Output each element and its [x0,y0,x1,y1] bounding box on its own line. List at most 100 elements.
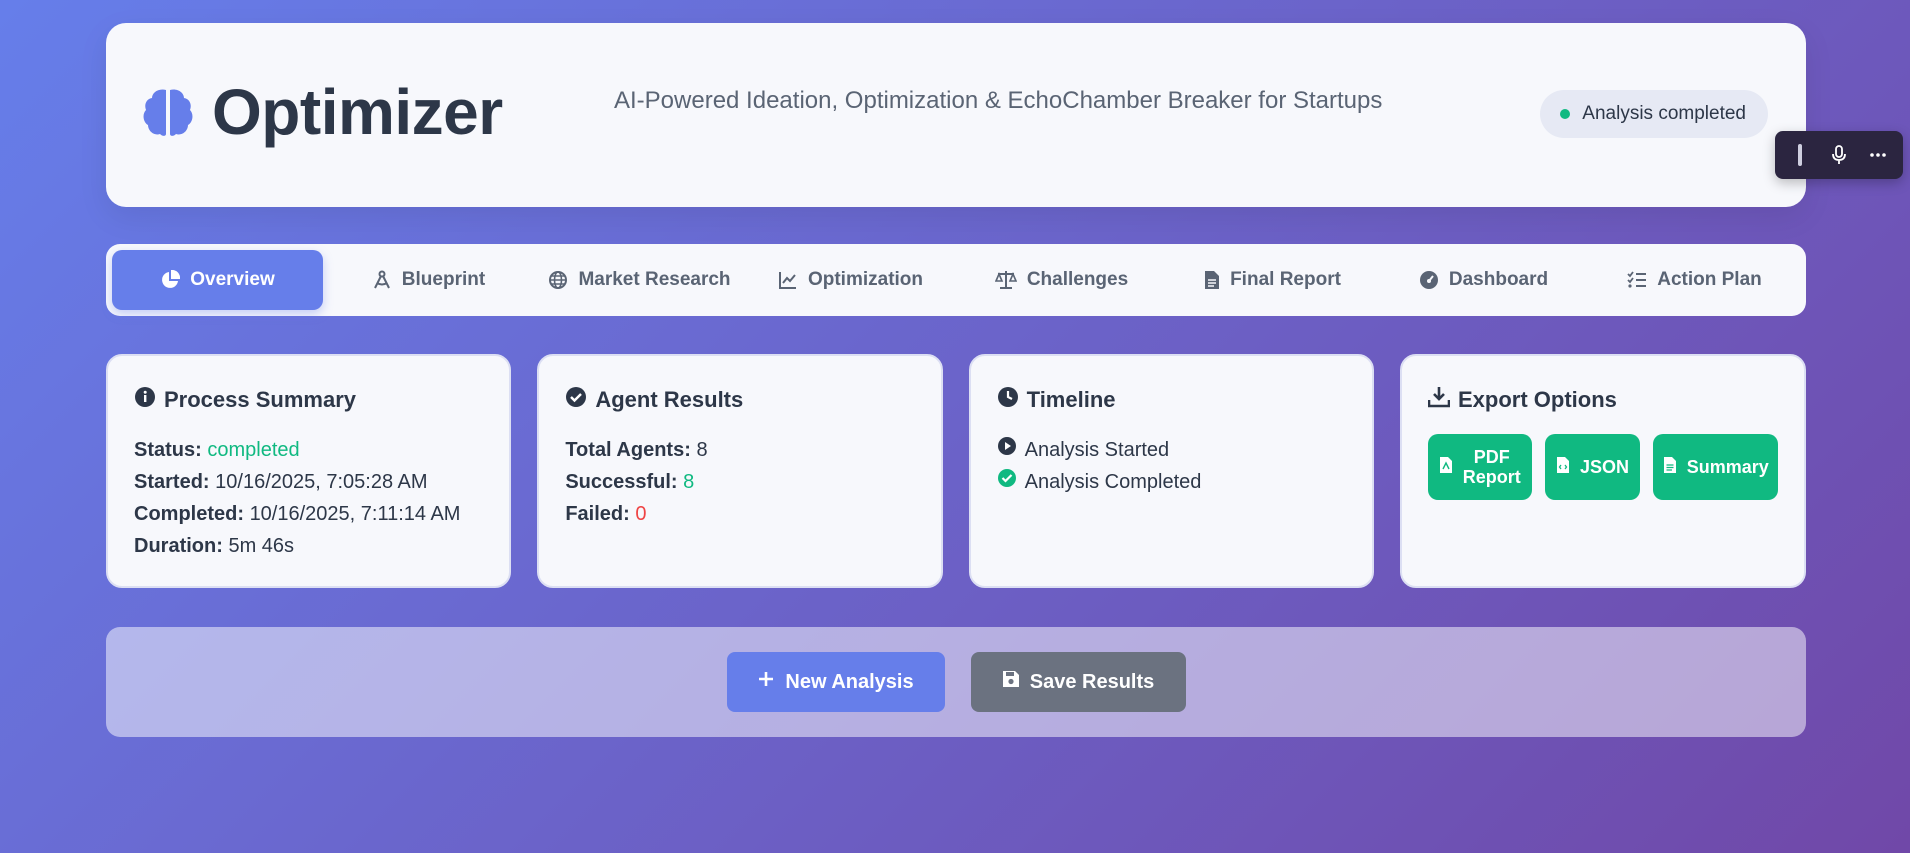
timeline-card: Timeline Analysis Started Analysis Compl… [968,354,1374,588]
duration-row: Duration: 5m 46s [134,530,483,562]
export-options-card: Export Options PDF Report JSON Summary [1399,354,1806,588]
successful-row: Successful: 8 [565,466,914,498]
save-icon [1002,670,1020,694]
export-json-button[interactable]: JSON [1544,434,1641,500]
card-heading: Process Summary [134,386,483,414]
tab-label: Overview [190,269,275,290]
row-label: Total Agents: [565,439,691,461]
timeline-item: Analysis Started [997,434,1346,466]
save-results-label: Save Results [1029,670,1155,693]
row-label: Completed: [134,503,244,525]
pdf-label-line1: PDF [1473,447,1510,467]
compass-drafting-icon [372,270,392,290]
status-dot-icon [1560,109,1571,119]
new-analysis-label: New Analysis [785,670,914,693]
started-value: 10/16/2025, 7:05:28 AM [215,471,428,493]
failed-row: Failed: 0 [565,498,914,530]
tab-label: Optimization [807,269,924,290]
tab-label: Dashboard [1448,269,1549,290]
clock-icon [997,386,1019,414]
tab-challenges[interactable]: Challenges [956,250,1167,310]
tab-optimization[interactable]: Optimization [745,250,956,310]
export-pdf-button[interactable]: PDF Report [1427,434,1532,500]
row-label: Status: [134,439,202,461]
brain-icon [142,86,194,138]
timeline-item-label: Analysis Completed [1024,471,1202,493]
app-title: Optimizer [212,76,503,148]
check-circle-icon [997,466,1017,498]
plus-icon [757,670,775,694]
microphone-icon[interactable] [1823,139,1855,171]
status-value: completed [207,439,300,461]
file-pdf-icon [1439,456,1453,478]
chart-line-icon [778,270,798,290]
floating-toolbar [1775,131,1903,179]
row-label: Started: [134,471,210,493]
tab-market-research[interactable]: Market Research [534,250,745,310]
export-buttons: PDF Report JSON Summary [1427,434,1778,500]
timeline-item: Analysis Completed [997,466,1346,498]
card-title: Process Summary [164,387,356,412]
completed-value: 10/16/2025, 7:11:14 AM [249,503,461,525]
tab-bar: Overview Blueprint Market Research Optim… [106,244,1806,316]
tab-overview[interactable]: Overview [112,250,323,310]
tab-label: Market Research [578,269,731,290]
card-title: Agent Results [595,387,744,412]
json-button-label: JSON [1580,457,1630,477]
process-summary-card: Process Summary Status: completed Starte… [106,354,512,588]
tab-action-plan[interactable]: Action Plan [1589,250,1800,310]
chart-pie-icon [160,270,181,290]
tab-label: Blueprint [401,269,486,290]
tab-final-report[interactable]: Final Report [1167,250,1378,310]
tagline: AI-Powered Ideation, Optimization & Echo… [614,87,1383,114]
card-title: Timeline [1026,387,1116,412]
download-icon [1427,386,1451,414]
tab-blueprint[interactable]: Blueprint [323,250,534,310]
tab-label: Final Report [1230,269,1341,290]
drag-handle-icon[interactable] [1784,139,1816,171]
action-bar: New Analysis Save Results [106,627,1806,737]
brand: Optimizer [142,75,503,149]
pdf-button-label: PDF Report [1463,447,1521,487]
status-row: Status: completed [134,434,483,466]
new-analysis-button[interactable]: New Analysis [726,652,945,712]
more-options-icon[interactable] [1862,139,1894,171]
agent-results-card: Agent Results Total Agents: 8 Successful… [537,354,943,588]
total-agents-value: 8 [696,439,708,461]
check-circle-icon [565,386,587,414]
tab-dashboard[interactable]: Dashboard [1378,250,1589,310]
info-circle-icon [134,386,156,414]
row-label: Failed: [565,503,630,525]
list-check-icon [1627,270,1647,290]
balance-scale-icon [994,270,1017,290]
header-card: Optimizer AI-Powered Ideation, Optimizat… [106,23,1806,207]
play-circle-icon [997,434,1017,466]
card-title: Export Options [1457,387,1617,412]
tab-label: Action Plan [1657,269,1762,290]
summary-button-label: Summary [1686,457,1769,477]
card-heading: Timeline [997,386,1346,414]
summary-cards: Process Summary Status: completed Starte… [106,354,1806,588]
started-row: Started: 10/16/2025, 7:05:28 AM [134,466,483,498]
total-agents-row: Total Agents: 8 [565,434,914,466]
failed-value: 0 [635,503,647,525]
file-text-icon [1663,456,1677,478]
export-summary-button[interactable]: Summary [1653,434,1778,500]
pdf-label-line2: Report [1462,467,1521,487]
successful-value: 8 [683,471,695,493]
completed-row: Completed: 10/16/2025, 7:11:14 AM [134,498,483,530]
tab-label: Challenges [1026,269,1129,290]
status-text: Analysis completed [1582,103,1746,124]
file-icon [1204,270,1220,290]
row-label: Successful: [565,471,678,493]
file-code-icon [1556,456,1570,478]
app-container: Optimizer AI-Powered Ideation, Optimizat… [106,23,1806,737]
row-label: Duration: [134,535,223,557]
duration-value: 5m 46s [228,535,295,557]
card-heading: Export Options [1427,386,1778,414]
card-heading: Agent Results [565,386,914,414]
status-badge: Analysis completed [1540,90,1768,138]
timeline-item-label: Analysis Started [1024,439,1170,461]
globe-icon [548,270,568,290]
save-results-button[interactable]: Save Results [970,652,1186,712]
